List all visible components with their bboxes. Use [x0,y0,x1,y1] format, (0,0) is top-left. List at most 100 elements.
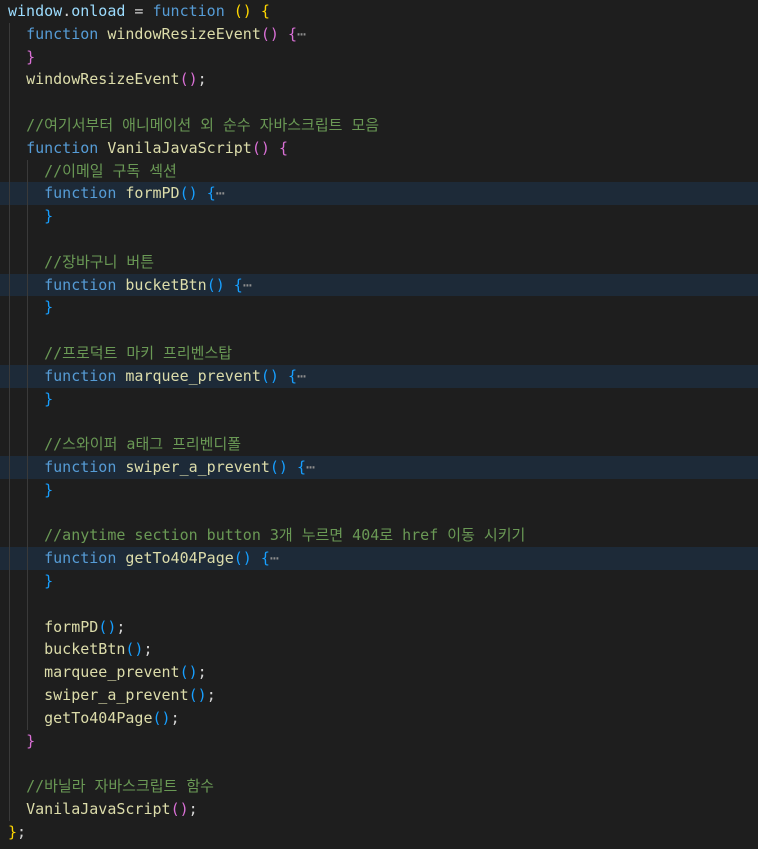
code-token: { [206,184,216,203]
code-line[interactable]: function getTo404Page() {⋯ [0,547,758,570]
fold-ellipsis-icon[interactable]: ⋯ [297,25,306,43]
code-line[interactable]: function formPD() {⋯ [0,182,758,206]
code-token: } [44,480,54,499]
code-text: marquee_prevent(); [8,661,207,684]
indent-guide [9,592,10,616]
code-token: function [44,549,117,568]
code-token: () [260,24,279,43]
empty-line[interactable] [0,228,758,251]
code-line[interactable]: //스와이퍼 a태그 프리벤디폴 [0,433,758,456]
code-line[interactable]: bucketBtn(); [0,638,758,662]
code-text: } [8,388,53,411]
code-line[interactable]: function windowResizeEvent() {⋯ [0,22,758,46]
code-line[interactable]: } [0,387,758,411]
code-line[interactable]: //프로덕트 마키 프리벤스탑 [0,342,758,365]
indent-guide [9,319,10,342]
code-line[interactable]: function bucketBtn() {⋯ [0,273,758,297]
fold-ellipsis-icon[interactable]: ⋯ [306,458,315,476]
code-token: function [44,458,117,476]
code-token: () [188,686,207,704]
code-line[interactable]: } [0,729,758,753]
code-text: function marquee_prevent() {⋯ [8,365,306,388]
code-token: //이메일 구독 섹션 [44,161,177,180]
code-line[interactable]: function swiper_a_prevent() {⋯ [0,456,758,479]
code-token: () [251,138,270,157]
code-text: function swiper_a_prevent() {⋯ [8,456,315,479]
code-text: function windowResizeEvent() {⋯ [8,23,306,46]
code-line[interactable]: windowResizeEvent(); [0,68,758,92]
code-line[interactable]: } [0,296,758,320]
code-token: ; [197,663,207,682]
code-line[interactable]: //여기서부터 애니메이션 외 순수 자바스크립트 모음 [0,114,758,137]
code-token: windowResizeEvent [107,24,261,43]
code-token: getTo404Page [44,708,153,727]
code-token: VanilaJavaScript [107,138,252,157]
code-token: marquee_prevent [125,366,261,385]
code-token: () [170,800,189,818]
code-token: { [278,138,288,157]
code-line[interactable]: function VanilaJavaScript() { [0,136,758,160]
code-line[interactable]: }; [0,821,758,844]
code-text: windowResizeEvent(); [8,68,207,91]
code-token: function [26,24,99,43]
code-token: = [125,2,153,20]
code-line[interactable]: formPD(); [0,615,758,639]
code-line[interactable]: //anytime section button 3개 누르면 404로 hre… [0,524,758,548]
code-token: swiper_a_prevent [44,686,189,704]
code-line[interactable]: window.onload = function () { [0,0,758,23]
code-text: } [8,730,35,753]
code-line[interactable]: //장바구니 버튼 [0,250,758,274]
empty-line[interactable] [0,410,758,434]
code-line[interactable]: } [0,45,758,69]
code-token: () [125,640,144,659]
empty-line[interactable] [0,91,758,114]
code-token: () [179,70,198,89]
code-line[interactable]: getTo404Page(); [0,706,758,730]
empty-line[interactable] [0,752,758,776]
empty-line[interactable] [0,501,758,525]
code-token: onload [71,2,126,20]
fold-ellipsis-icon[interactable]: ⋯ [243,276,252,294]
code-line[interactable]: marquee_prevent(); [0,661,758,684]
code-text: //바닐라 자바스크립트 함수 [8,775,214,798]
code-token: { [233,275,243,294]
fold-ellipsis-icon[interactable]: ⋯ [270,549,279,567]
code-text: //장바구니 버튼 [8,251,154,274]
code-text: //여기서부터 애니메이션 외 순수 자바스크립트 모음 [8,114,379,137]
code-token: //anytime section button 3개 누르면 404로 hre… [44,526,526,545]
code-line[interactable]: } [0,205,758,228]
fold-ellipsis-icon[interactable]: ⋯ [216,184,225,202]
code-token: getTo404Page [125,549,234,568]
empty-line[interactable] [0,592,758,616]
code-token: bucketBtn [44,640,126,659]
code-line[interactable]: } [0,478,758,502]
code-token: //바닐라 자바스크립트 함수 [26,777,214,796]
code-token: { [260,549,270,568]
empty-line[interactable] [0,319,758,342]
fold-ellipsis-icon[interactable]: ⋯ [297,367,306,385]
code-line[interactable]: } [0,570,758,593]
code-line[interactable]: //바닐라 자바스크립트 함수 [0,775,758,798]
code-line[interactable]: VanilaJavaScript(); [0,798,758,821]
code-editor[interactable]: window.onload = function () { function w… [0,0,758,849]
code-token: //프로덕트 마키 프리벤스탑 [44,344,233,362]
code-line[interactable]: swiper_a_prevent(); [0,684,758,707]
code-text: } [8,296,53,319]
code-line[interactable]: function marquee_prevent() {⋯ [0,364,758,388]
code-token: () [179,184,198,203]
code-line[interactable]: //이메일 구독 섹션 [0,159,758,183]
